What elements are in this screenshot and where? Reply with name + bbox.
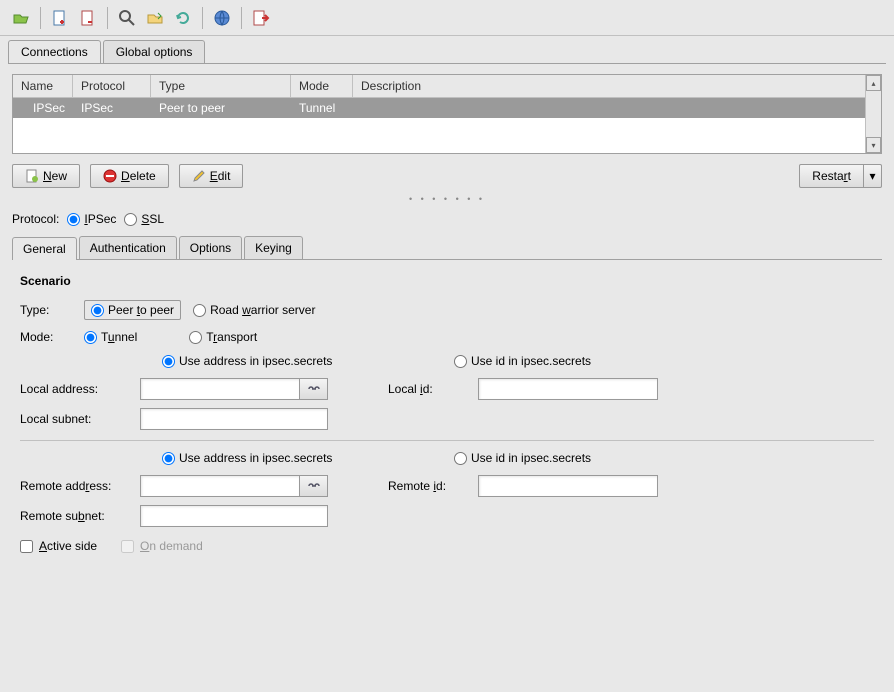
tab-general[interactable]: General bbox=[12, 237, 77, 260]
protocol-label: Protocol: bbox=[12, 212, 59, 226]
divider bbox=[20, 440, 874, 441]
local-address-input[interactable] bbox=[140, 378, 300, 400]
remote-secrets-row: Use address in ipsec.secrets Use id in i… bbox=[20, 451, 874, 465]
delete-icon bbox=[103, 169, 117, 183]
separator bbox=[241, 7, 242, 29]
radio-protocol-ipsec[interactable]: IPSec bbox=[67, 212, 116, 226]
configuration-tabs: General Authentication Options Keying bbox=[12, 236, 882, 260]
separator bbox=[107, 7, 108, 29]
scenario-heading: Scenario bbox=[20, 274, 874, 288]
cell-mode: Tunnel bbox=[291, 98, 353, 118]
scrollbar[interactable]: ▴ ▾ bbox=[865, 75, 881, 153]
col-mode[interactable]: Mode bbox=[291, 75, 353, 97]
restart-button[interactable]: Restart bbox=[799, 164, 864, 188]
radio-protocol-ssl[interactable]: SSL bbox=[124, 212, 164, 226]
edit-button[interactable]: Edit bbox=[179, 164, 244, 188]
radio-local-use-id[interactable]: Use id in ipsec.secrets bbox=[454, 354, 591, 368]
local-secrets-row: Use address in ipsec.secrets Use id in i… bbox=[20, 354, 874, 368]
local-address-group bbox=[140, 378, 328, 400]
main-toolbar bbox=[0, 0, 894, 36]
add-connection-icon[interactable] bbox=[47, 5, 73, 31]
scroll-down-icon[interactable]: ▾ bbox=[866, 137, 881, 153]
col-type[interactable]: Type bbox=[151, 75, 291, 97]
type-label: Type: bbox=[20, 303, 72, 317]
edit-icon bbox=[192, 169, 206, 183]
radio-remote-use-address[interactable]: Use address in ipsec.secrets bbox=[162, 451, 442, 465]
remote-address-row: Remote address: Remote id: bbox=[20, 475, 874, 497]
checkbox-on-demand: On demand bbox=[121, 539, 203, 553]
new-icon bbox=[25, 169, 39, 183]
type-row: Type: Peer to peer Road warrior server bbox=[20, 300, 874, 320]
table-body: IPSec IPSec Peer to peer Tunnel bbox=[13, 98, 881, 118]
remote-address-label: Remote address: bbox=[20, 479, 130, 493]
local-subnet-input[interactable] bbox=[140, 408, 328, 430]
new-button[interactable]: New bbox=[12, 164, 80, 188]
remote-subnet-label: Remote subnet: bbox=[20, 509, 130, 523]
col-name[interactable]: Name bbox=[13, 75, 73, 97]
col-description[interactable]: Description bbox=[353, 75, 881, 97]
restart-button-group: Restart ▾ bbox=[799, 164, 882, 188]
remote-id-label: Remote id: bbox=[388, 479, 468, 493]
separator bbox=[40, 7, 41, 29]
cell-protocol: IPSec bbox=[73, 98, 151, 118]
col-protocol[interactable]: Protocol bbox=[73, 75, 151, 97]
connections-table: Name Protocol Type Mode Description IPSe… bbox=[12, 74, 882, 154]
remote-address-group bbox=[140, 475, 328, 497]
table-header: Name Protocol Type Mode Description bbox=[13, 75, 881, 98]
restart-dropdown-icon[interactable]: ▾ bbox=[864, 164, 882, 188]
table-row[interactable]: IPSec IPSec Peer to peer Tunnel bbox=[13, 98, 881, 118]
new-label: New bbox=[43, 169, 67, 183]
scroll-up-icon[interactable]: ▴ bbox=[866, 75, 881, 91]
checkbox-active-side[interactable]: Active side bbox=[20, 539, 97, 553]
edit-label: Edit bbox=[210, 169, 231, 183]
main-tab-bar: Connections Global options bbox=[0, 36, 894, 63]
local-subnet-label: Local subnet: bbox=[20, 412, 130, 426]
mode-label: Mode: bbox=[20, 330, 72, 344]
remote-id-input[interactable] bbox=[478, 475, 658, 497]
radio-local-use-address[interactable]: Use address in ipsec.secrets bbox=[162, 354, 442, 368]
cell-description bbox=[353, 98, 881, 118]
checkbox-row: Active side On demand bbox=[20, 539, 874, 553]
radio-type-peer[interactable]: Peer to peer bbox=[84, 300, 181, 320]
tab-connections[interactable]: Connections bbox=[8, 40, 101, 63]
refresh-icon[interactable] bbox=[170, 5, 196, 31]
folder-out-icon[interactable] bbox=[142, 5, 168, 31]
remove-connection-icon[interactable] bbox=[75, 5, 101, 31]
cell-name: IPSec bbox=[13, 98, 73, 118]
action-button-row: New Delete Edit Restart ▾ bbox=[12, 164, 882, 188]
radio-type-roadwarrior[interactable]: Road warrior server bbox=[193, 303, 315, 317]
open-icon[interactable] bbox=[8, 5, 34, 31]
local-subnet-row: Local subnet: bbox=[20, 408, 874, 430]
mode-row: Mode: Tunnel Transport bbox=[20, 330, 874, 344]
tab-keying[interactable]: Keying bbox=[244, 236, 303, 259]
delete-button[interactable]: Delete bbox=[90, 164, 169, 188]
splitter-handle[interactable]: • • • • • • • bbox=[12, 194, 882, 204]
radio-remote-use-id[interactable]: Use id in ipsec.secrets bbox=[454, 451, 591, 465]
protocol-row: Protocol: IPSec SSL bbox=[12, 212, 882, 226]
local-address-label: Local address: bbox=[20, 382, 130, 396]
cell-type: Peer to peer bbox=[151, 98, 291, 118]
radio-mode-tunnel[interactable]: Tunnel bbox=[84, 330, 137, 344]
radio-mode-transport[interactable]: Transport bbox=[189, 330, 257, 344]
remote-subnet-row: Remote subnet: bbox=[20, 505, 874, 527]
tab-authentication[interactable]: Authentication bbox=[79, 236, 177, 259]
remote-subnet-input[interactable] bbox=[140, 505, 328, 527]
exit-icon[interactable] bbox=[248, 5, 274, 31]
tab-global-options[interactable]: Global options bbox=[103, 40, 206, 63]
zoom-icon[interactable] bbox=[114, 5, 140, 31]
local-id-input[interactable] bbox=[478, 378, 658, 400]
restart-label: Restart bbox=[812, 169, 851, 183]
separator bbox=[202, 7, 203, 29]
remote-address-input[interactable] bbox=[140, 475, 300, 497]
tab-options[interactable]: Options bbox=[179, 236, 242, 259]
globe-icon[interactable] bbox=[209, 5, 235, 31]
local-id-label: Local id: bbox=[388, 382, 468, 396]
local-address-row: Local address: Local id: bbox=[20, 378, 874, 400]
general-panel: Scenario Type: Peer to peer Road warrior… bbox=[12, 260, 882, 567]
delete-label: Delete bbox=[121, 169, 156, 183]
remote-address-link-icon[interactable] bbox=[300, 475, 328, 497]
local-address-link-icon[interactable] bbox=[300, 378, 328, 400]
content-area: Name Protocol Type Mode Description IPSe… bbox=[0, 64, 894, 577]
